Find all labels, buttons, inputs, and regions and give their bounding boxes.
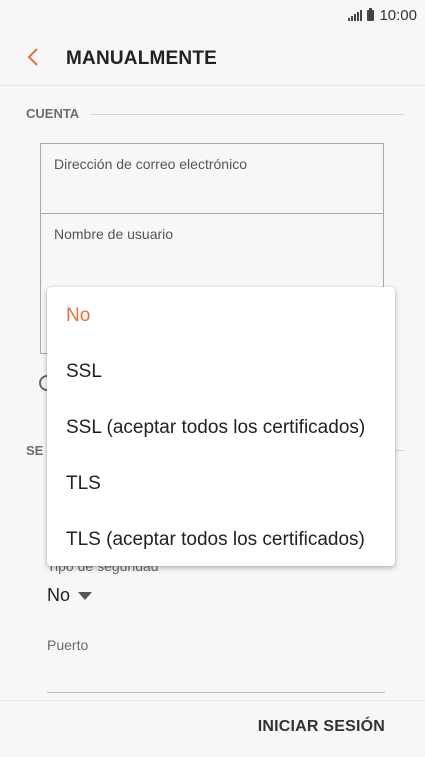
- app-bar: MANUALMENTE: [0, 30, 425, 86]
- username-field-label: Nombre de usuario: [54, 226, 174, 242]
- chevron-left-icon: [27, 48, 38, 66]
- status-bar: 10:00: [0, 0, 425, 30]
- status-time: 10:00: [379, 6, 417, 24]
- status-icons: 10:00: [348, 6, 417, 24]
- back-button[interactable]: [20, 42, 50, 72]
- security-type-value: No: [47, 585, 71, 605]
- page-title: MANUALMENTE: [66, 48, 218, 69]
- footer-bar: INICIAR SESIÓN: [0, 700, 425, 757]
- email-field-label: Dirección de correo electrónico: [54, 156, 247, 172]
- port-label: Puerto: [47, 637, 89, 653]
- dropdown-option-ssl[interactable]: SSL: [66, 361, 102, 383]
- section-title-server: SE: [26, 443, 44, 458]
- section-divider-server: [395, 450, 405, 451]
- section-divider-account: [90, 114, 404, 115]
- caret-down-icon: [78, 591, 93, 600]
- dropdown-option-tls[interactable]: TLS: [66, 473, 101, 495]
- dropdown-option-ssl-all-certs[interactable]: SSL (aceptar todos los certificados): [66, 417, 365, 439]
- section-title-account: CUENTA: [26, 106, 80, 121]
- security-type-select[interactable]: No: [47, 585, 93, 606]
- username-field[interactable]: Nombre de usuario: [40, 213, 384, 285]
- dropdown-option-tls-all-certs[interactable]: TLS (aceptar todos los certificados): [66, 529, 365, 551]
- port-input-line[interactable]: [47, 692, 385, 693]
- signal-icon: [348, 9, 363, 21]
- battery-icon: [367, 7, 375, 21]
- email-field[interactable]: Dirección de correo electrónico: [40, 143, 384, 214]
- header-divider: [0, 85, 425, 86]
- dropdown-option-no[interactable]: No: [66, 305, 90, 327]
- signin-button[interactable]: INICIAR SESIÓN: [258, 718, 385, 736]
- security-dropdown-menu: No SSL SSL (aceptar todos los certificad…: [47, 287, 395, 566]
